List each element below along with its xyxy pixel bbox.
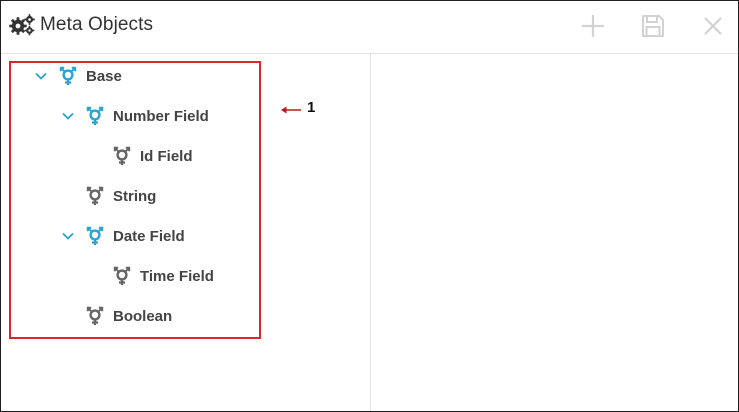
tree-node-date-field[interactable]: Date Field: [62, 225, 185, 247]
node-icon: [86, 186, 104, 206]
node-icon: [113, 146, 131, 166]
tree-panel: Base Number Field Id Field String Date F…: [1, 54, 371, 411]
tree-node-label: Number Field: [113, 107, 209, 125]
tree-node-boolean[interactable]: Boolean: [86, 305, 172, 327]
title-bar: Meta Objects: [1, 1, 738, 54]
add-button[interactable]: [578, 11, 608, 41]
tree-node-label: Base: [86, 67, 122, 85]
tree-node-string[interactable]: String: [86, 185, 156, 207]
node-icon: [86, 226, 104, 246]
tree-node-time-field[interactable]: Time Field: [113, 265, 214, 287]
chevron-down-icon[interactable]: [62, 231, 76, 241]
plus-icon: [582, 15, 604, 37]
window-title: Meta Objects: [40, 14, 154, 35]
node-icon: [113, 266, 131, 286]
node-icon: [59, 66, 77, 86]
chevron-down-icon[interactable]: [35, 71, 49, 81]
floppy-disk-icon: [642, 15, 664, 37]
tree-node-number-field[interactable]: Number Field: [62, 105, 209, 127]
tree-node-label: Time Field: [140, 267, 214, 285]
tree-node-label: Id Field: [140, 147, 193, 165]
save-button[interactable]: [638, 11, 668, 41]
chevron-down-icon[interactable]: [62, 111, 76, 121]
arrow-left-icon: [281, 106, 301, 114]
node-icon: [86, 306, 104, 326]
node-icon: [86, 106, 104, 126]
close-button[interactable]: [698, 11, 728, 41]
tree-node-label: Date Field: [113, 227, 185, 245]
tree-node-id-field[interactable]: Id Field: [113, 145, 193, 167]
detail-panel: [371, 54, 738, 411]
tree-node-label: Boolean: [113, 307, 173, 325]
meta-objects-window: Meta Objects Base Number Field Id Field …: [0, 0, 739, 412]
callout-number: 1: [307, 99, 316, 116]
tree-node-label: String: [113, 187, 157, 205]
tree-node-base[interactable]: Base: [35, 65, 122, 87]
gears-icon: [9, 14, 35, 36]
close-icon: [704, 17, 722, 35]
